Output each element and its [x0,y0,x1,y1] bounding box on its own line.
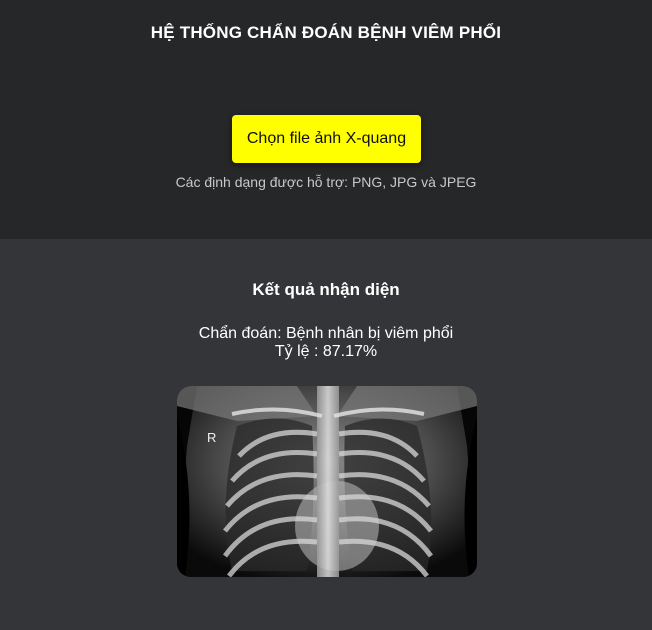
result-title: Kết quả nhận diện [252,280,400,299]
upload-section: HỆ THỐNG CHẨN ĐOÁN BỆNH VIÊM PHỔI Chọn f… [0,0,652,239]
chest-xray-picture [177,386,477,577]
diagnosis-block: Chẩn đoán: Bệnh nhân bị viêm phổi Tỷ lệ … [0,325,652,361]
choose-xray-file-button[interactable]: Chọn file ảnh X-quang [232,115,421,163]
page-title: HỆ THỐNG CHẨN ĐOÁN BỆNH VIÊM PHỔI [150,23,502,42]
diagnosis-text: Chẩn đoán: Bệnh nhân bị viêm phổi [198,325,454,342]
supported-formats-text: Các định dạng được hỗ trợ: PNG, JPG và J… [175,174,477,190]
xray-side-marker: R [207,430,217,445]
xray-image: R [177,386,477,577]
ratio-text: Tỷ lệ : 87.17% [274,343,378,360]
result-section: Kết quả nhận diện Chẩn đoán: Bệnh nhân b… [0,239,652,630]
